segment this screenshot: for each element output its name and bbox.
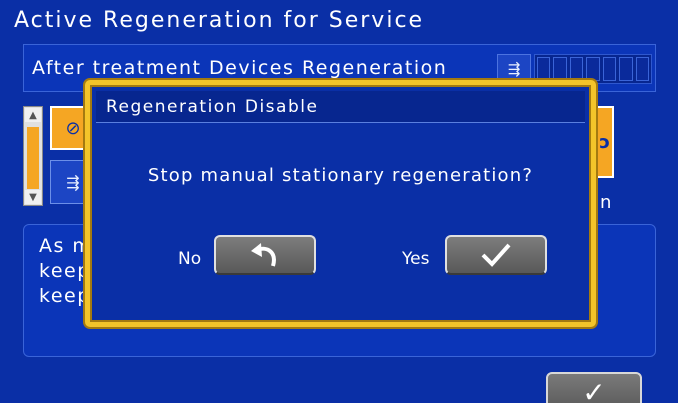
panel-subtitle: After treatment Devices Regeneration — [32, 57, 448, 79]
undo-arrow-icon — [251, 243, 276, 267]
regeneration-disable-dialog: Regeneration Disable Stop manual station… — [85, 80, 596, 327]
level-segment — [602, 57, 617, 81]
regen-disabled-icon: ⊘ — [65, 117, 81, 139]
confirm-button[interactable]: ✓ — [546, 372, 642, 403]
level-segment — [553, 57, 567, 81]
scrollbar[interactable]: ▲ ▼ — [23, 106, 43, 206]
no-button[interactable] — [214, 235, 316, 275]
level-segment — [619, 57, 633, 81]
level-segment — [537, 57, 551, 81]
regen-hand-icon: ⇶ — [66, 172, 80, 192]
info-line: keep — [39, 285, 91, 307]
scroll-up-arrow-icon[interactable]: ▲ — [25, 108, 41, 122]
scroll-down-arrow-icon[interactable]: ▼ — [25, 190, 41, 204]
partial-icon: ɔ — [599, 131, 610, 153]
level-segment — [586, 57, 600, 81]
level-segment — [569, 57, 584, 81]
check-icon: ✓ — [582, 375, 606, 403]
dialog-title: Regeneration Disable — [106, 97, 319, 117]
check-icon — [481, 243, 511, 267]
scroll-thumb[interactable] — [27, 127, 39, 189]
dialog-message: Stop manual stationary regeneration? — [147, 165, 534, 186]
level-segment — [635, 57, 649, 81]
no-label: No — [178, 249, 202, 269]
yes-label: Yes — [402, 249, 430, 269]
yes-button[interactable] — [445, 235, 547, 275]
right-label: in — [594, 192, 613, 213]
info-line: keep — [39, 260, 91, 282]
page-title: Active Regeneration for Service — [14, 8, 425, 33]
dialog-header: Regeneration Disable — [96, 91, 585, 123]
